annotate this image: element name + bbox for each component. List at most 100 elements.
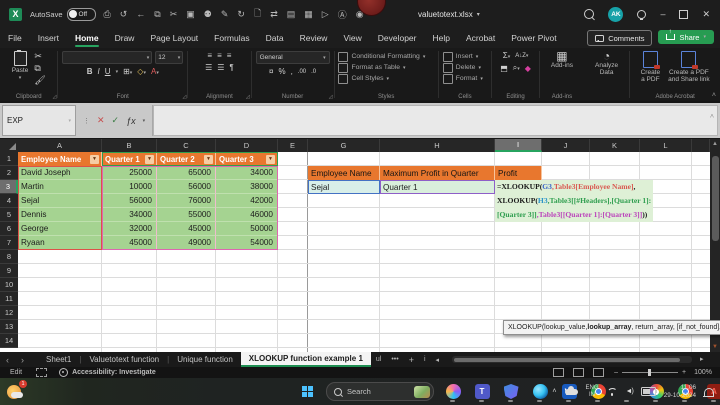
zoom-in-button[interactable]: + [682,369,686,376]
table2-header-G2[interactable]: Employee Name [308,166,380,180]
cell-G3[interactable]: Sejal [308,180,380,194]
cell-A6[interactable]: George [18,222,102,236]
cell-A3[interactable]: Martin [18,180,102,194]
cell-D5[interactable]: 46000 [216,208,278,222]
dialog-launcher-icon[interactable]: ◿ [329,94,333,100]
row-header-5[interactable]: 5 [0,208,18,222]
addins-button[interactable]: ▦ Add-ins [551,51,573,69]
row-header-8[interactable]: 8 [0,250,18,264]
clock[interactable]: 11:06 29-10-2024 [664,384,696,399]
filter-dropdown-icon[interactable]: ▼ [145,155,154,164]
wifi-icon[interactable] [607,388,618,396]
search-icon[interactable] [584,9,594,19]
save-icon[interactable]: ⎙ [104,9,111,20]
row-header-6[interactable]: 6 [0,222,18,236]
minimize-button[interactable]: – [660,9,665,19]
sheet-tab-sheet1[interactable]: Sheet1 [38,352,79,367]
cut-icon[interactable]: ✂ [34,51,45,61]
create-pdf-share-button[interactable]: Create a PDF and Share link [668,51,710,83]
formula-input[interactable]: =XLOOKUP(G3,Table3[Employee Name],XLOOKU… [153,105,718,136]
delete-cells-button[interactable]: Delete▾ [443,62,481,73]
normal-view-icon[interactable] [553,368,564,377]
tab-file[interactable]: File [0,28,30,48]
new-sheet-button[interactable]: + [404,355,419,365]
hscroll-right-icon[interactable]: ▸ [700,355,704,363]
play-icon[interactable]: ▷ [322,9,329,20]
language-indicator[interactable]: ENG IN [586,385,599,398]
conditional-formatting-button[interactable]: Conditional Formatting▾ [338,51,425,62]
tab-insert[interactable]: Insert [30,28,67,48]
restore-button[interactable] [679,10,688,19]
lightbulb-icon[interactable] [637,10,646,19]
filter-dropdown-icon[interactable]: ▼ [204,155,213,164]
paste-button[interactable]: Paste▾ [12,51,29,85]
taskbar-app-copilot[interactable] [443,381,463,403]
zoom-out-button[interactable]: – [614,369,618,376]
analyze-data-button[interactable]: ◔ Analyze Data [588,51,626,76]
taskbar-app-teams[interactable]: T [472,381,492,403]
more-sheets-icon[interactable]: ••• [386,356,403,363]
start-button[interactable] [297,381,317,403]
zoom-slider[interactable] [622,372,678,374]
column-header-E[interactable]: E [278,139,308,152]
taskbar-search[interactable]: Search [326,382,434,401]
row-header-11[interactable]: 11 [0,292,18,306]
filter-dropdown-icon[interactable]: ▼ [90,155,99,164]
cell-A5[interactable]: Dennis [18,208,102,222]
cell-B3[interactable]: 10000 [102,180,157,194]
undo-icon[interactable]: ↺ [120,9,128,20]
format-as-table-button[interactable]: Format as Table▾ [338,62,405,73]
table1-header-A1[interactable]: Employee Name▼ [18,152,102,166]
tab-acrobat[interactable]: Acrobat [458,28,503,48]
decrease-decimal-icon[interactable]: .0 [311,69,316,75]
align-left-icon[interactable]: ☰ [205,63,212,72]
dialog-launcher-icon[interactable]: ◿ [53,94,57,100]
excel-app-icon[interactable]: X [9,8,22,21]
cell-D2[interactable]: 34000 [216,166,278,180]
zoom-slider-thumb[interactable] [648,369,651,376]
cell-H3[interactable]: Quarter 1 [380,180,495,194]
autosave-toggle[interactable]: Off [67,8,96,21]
cell-styles-button[interactable]: Cell Styles▾ [338,73,389,84]
column-header-H[interactable]: H [380,139,495,152]
cut-icon[interactable]: ✂ [170,9,178,20]
sheet-info-icon[interactable]: i [419,356,431,363]
active-formula-cell[interactable]: =XLOOKUP(G3,Table3[Employee Name],XLOOKU… [495,180,653,222]
dialog-launcher-icon[interactable]: ◿ [182,94,186,100]
increase-decimal-icon[interactable]: .00 [298,69,306,75]
cell-A2[interactable]: David Joseph [18,166,102,180]
tab-power-pivot[interactable]: Power Pivot [503,28,564,48]
cell-C6[interactable]: 45000 [157,222,216,236]
horizontal-scrollbar[interactable] [452,356,692,363]
comments-button[interactable]: Comments [587,30,652,46]
fill-color-icon[interactable]: ◇▾ [137,67,146,76]
cell-D6[interactable]: 50000 [216,222,278,236]
column-header-J[interactable]: J [542,139,590,152]
comma-icon[interactable]: , [291,67,293,76]
hscroll-left-icon[interactable]: ◂ [431,356,445,364]
taskbar-app-edge[interactable] [530,381,550,403]
table1-header-C1[interactable]: Quarter 2▼ [157,152,216,166]
filter-dropdown-icon[interactable]: ▼ [266,155,275,164]
insert-function-button[interactable]: ƒx [126,116,136,126]
grid-icon[interactable]: ▦ [304,9,313,20]
collapse-formula-bar-icon[interactable]: ˄ [710,109,714,123]
cancel-entry-button[interactable]: ✕ [97,115,105,126]
image-icon[interactable]: ▣ [186,9,195,20]
column-header-B[interactable]: B [102,139,157,152]
create-pdf-button[interactable]: Create a PDF [641,51,661,83]
accessibility-status[interactable]: Accessibility: Investigate [72,369,156,376]
pen-icon[interactable]: ✎ [221,9,229,20]
autosum-icon[interactable]: Σ▾ [503,51,510,60]
column-header-L[interactable]: L [640,139,692,152]
format-painter-icon[interactable]: 🖌 [34,75,45,85]
cell-B4[interactable]: 56000 [102,194,157,208]
cell-A7[interactable]: Ryaan [18,236,102,250]
page-break-view-icon[interactable] [593,368,604,377]
cell-D3[interactable]: 38000 [216,180,278,194]
align-center-icon[interactable]: ☰ [217,63,224,72]
column-header-D[interactable]: D [216,139,278,152]
vertical-scroll-thumb[interactable] [712,156,719,241]
cell-A4[interactable]: Sejal [18,194,102,208]
close-button[interactable]: ✕ [702,9,710,20]
